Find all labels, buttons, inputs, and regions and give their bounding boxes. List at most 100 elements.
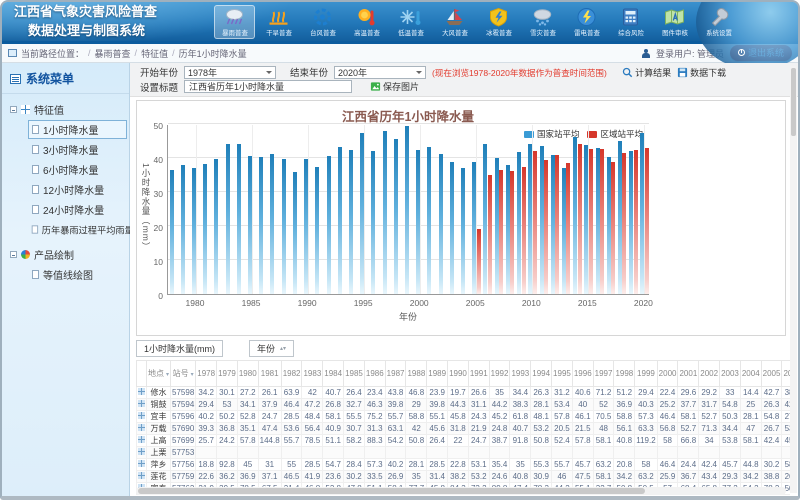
bar-regional-2007[interactable] [499, 170, 503, 294]
vscroll-thumb[interactable] [791, 68, 796, 136]
bar-national-2002[interactable] [439, 154, 443, 294]
bar-national-2000[interactable] [416, 150, 420, 294]
bar-regional-2020[interactable] [645, 148, 649, 294]
year-column-header-1993[interactable]: 1993 [510, 361, 531, 387]
bar-regional-2018[interactable] [622, 153, 626, 294]
year-column-header-1985[interactable]: 1985 [344, 361, 365, 387]
bar-national-1985[interactable] [248, 156, 252, 294]
bar-regional-2006[interactable] [488, 175, 492, 294]
year-column-header-1982[interactable]: 1982 [281, 361, 302, 387]
hscroll-thumb[interactable] [138, 488, 645, 494]
bar-regional-2019[interactable] [634, 150, 638, 294]
station-column-header[interactable]: 站号▾ [171, 361, 196, 387]
bar-national-2011[interactable] [540, 146, 544, 294]
bar-national-2018[interactable] [618, 141, 622, 294]
year-column-header-2003[interactable]: 2003 [720, 361, 741, 387]
bar-national-2003[interactable] [450, 162, 454, 294]
bar-national-1998[interactable] [394, 139, 398, 294]
bar-national-1981[interactable] [203, 164, 207, 294]
year-column-header-1991[interactable]: 1991 [468, 361, 489, 387]
table-row[interactable]: 上栗57753 [137, 447, 791, 459]
breadcrumb-item-feature[interactable]: 特征值 [141, 47, 168, 60]
bar-national-2006[interactable] [483, 144, 487, 294]
table-row[interactable]: 修水5759834.230.127.226.163.94240.726.423.… [137, 387, 791, 399]
toolbar-item-2[interactable]: 台风普查 [302, 5, 343, 39]
toolbar-item-1[interactable]: 干旱普查 [258, 5, 299, 39]
tree-group-feature[interactable]: 特征值 [8, 100, 127, 119]
toolbar-item-11[interactable]: 系统设置 [698, 5, 739, 39]
tree-group-product[interactable]: 产品绘制 [8, 245, 127, 264]
year-column-header-1978[interactable]: 1978 [196, 361, 217, 387]
year-column-header-1981[interactable]: 1981 [258, 361, 281, 387]
start-year-select[interactable]: 1978年 [184, 66, 276, 79]
bar-national-1978[interactable] [170, 170, 174, 294]
bar-national-2013[interactable] [562, 168, 566, 294]
bar-regional-2010[interactable] [533, 151, 537, 294]
bar-national-2007[interactable] [495, 158, 499, 294]
tree-item-12h-rain[interactable]: 12小时降水量 [28, 180, 127, 199]
expander-icon[interactable] [10, 106, 17, 113]
year-column-header-1998[interactable]: 1998 [614, 361, 635, 387]
bar-regional-2009[interactable] [522, 167, 526, 295]
table-row[interactable]: 宜丰5759640.250.252.824.728.548.458.155.57… [137, 411, 791, 423]
bar-national-1997[interactable] [383, 131, 387, 294]
vertical-scrollbar[interactable] [790, 66, 797, 493]
year-column-header-1997[interactable]: 1997 [593, 361, 614, 387]
tree-item-process-avg[interactable]: 历年暴雨过程平均雨量 [28, 221, 119, 238]
bar-regional-2012[interactable] [555, 155, 559, 294]
tree-item-contour-map[interactable]: 等值线绘图 [28, 265, 127, 284]
chart-title-input[interactable]: 江西省历年1小时降水量 [184, 80, 352, 93]
bar-national-2016[interactable] [596, 148, 600, 294]
tree-item-24h-rain[interactable]: 24小时降水量 [28, 200, 127, 219]
data-table-wrap[interactable]: 地点▾站号▾1978197919801981198219831984198519… [136, 360, 790, 495]
place-column-header[interactable]: 地点▾ [147, 361, 171, 387]
bar-national-2009[interactable] [517, 152, 521, 294]
year-column-header-1992[interactable]: 1992 [489, 361, 510, 387]
year-column-header-2002[interactable]: 2002 [699, 361, 720, 387]
bar-national-1988[interactable] [282, 159, 286, 294]
bar-national-2010[interactable] [528, 144, 532, 294]
year-filter-dropdown[interactable]: 年份 ▴▾ [249, 340, 294, 357]
tree-item-3h-rain[interactable]: 3小时降水量 [28, 140, 127, 159]
year-column-header-1980[interactable]: 1980 [237, 361, 258, 387]
toolbar-item-5[interactable]: 大风普查 [434, 5, 475, 39]
bar-regional-2005[interactable] [477, 229, 481, 294]
year-column-header-1989[interactable]: 1989 [427, 361, 448, 387]
bar-national-1979[interactable] [181, 165, 185, 294]
year-column-header-2006[interactable]: 2006 [782, 361, 790, 387]
bar-national-1990[interactable] [304, 159, 308, 294]
toolbar-item-8[interactable]: 雷电普查 [566, 5, 607, 39]
toolbar-item-10[interactable]: 图件审核 [654, 5, 695, 39]
calc-result-button[interactable]: 计算结果 [622, 66, 671, 79]
bar-national-2001[interactable] [427, 147, 431, 294]
bar-national-2015[interactable] [584, 145, 588, 294]
bar-national-2019[interactable] [629, 151, 633, 294]
bar-regional-2014[interactable] [578, 144, 582, 294]
bar-national-1996[interactable] [371, 151, 375, 294]
bar-regional-2016[interactable] [600, 149, 604, 294]
year-column-header-1987[interactable]: 1987 [385, 361, 406, 387]
toolbar-item-7[interactable]: 雪灾普查 [522, 5, 563, 39]
bar-national-1994[interactable] [349, 150, 353, 295]
year-column-header-1983[interactable]: 1983 [302, 361, 323, 387]
bar-national-1986[interactable] [259, 157, 263, 294]
expander-icon[interactable] [10, 251, 17, 258]
toolbar-item-3[interactable]: 高温普查 [346, 5, 387, 39]
bar-national-1991[interactable] [315, 167, 319, 295]
bar-national-2020[interactable] [640, 133, 644, 295]
year-column-header-1999[interactable]: 1999 [635, 361, 657, 387]
toolbar-item-6[interactable]: 冰雹普查 [478, 5, 519, 39]
bar-national-1992[interactable] [327, 156, 331, 294]
bar-national-2012[interactable] [551, 155, 555, 294]
year-column-header-1994[interactable]: 1994 [531, 361, 552, 387]
bar-regional-2013[interactable] [566, 163, 570, 294]
table-row[interactable]: 莲花5775922.636.236.937.146.541.923.630.23… [137, 471, 791, 483]
year-column-header-1986[interactable]: 1986 [364, 361, 385, 387]
year-column-header-1990[interactable]: 1990 [448, 361, 469, 387]
bar-national-1995[interactable] [360, 133, 364, 294]
bar-regional-2015[interactable] [589, 149, 593, 294]
year-column-header-1979[interactable]: 1979 [217, 361, 238, 387]
end-year-select[interactable]: 2020年 [334, 66, 426, 79]
save-image-button[interactable]: 保存图片 [370, 80, 419, 93]
bar-national-1983[interactable] [226, 144, 230, 294]
